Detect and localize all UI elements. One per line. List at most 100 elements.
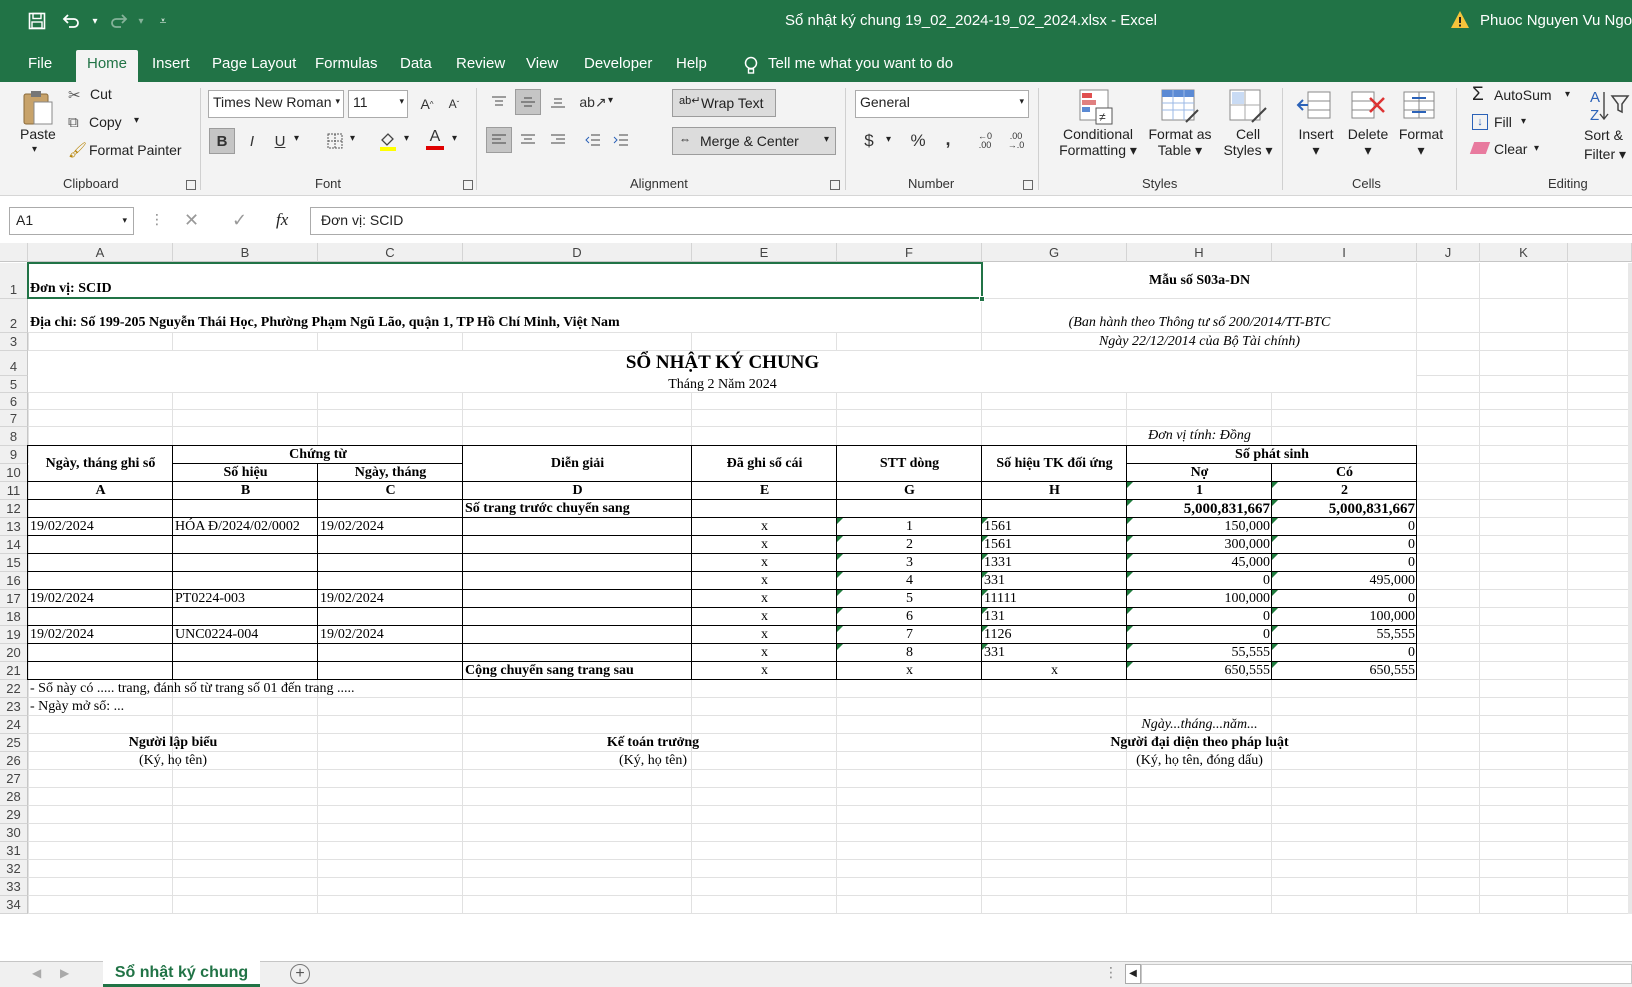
paste-icon[interactable] [20,88,56,128]
row-header[interactable]: 25 [0,734,28,752]
enter-icon[interactable]: ✓ [232,210,247,231]
row-header[interactable]: 9 [0,446,28,464]
select-all-corner[interactable] [0,243,28,262]
font-color-button[interactable]: A [422,126,448,152]
column-header[interactable]: A [28,243,173,262]
row-header[interactable]: 34 [0,896,28,914]
merge-center-button[interactable]: ⇔ Merge & Center ▾ [672,127,836,155]
font-name-select[interactable]: Times New Roman ▾ [208,90,344,118]
row-header[interactable]: 19 [0,626,28,644]
row-header[interactable]: 24 [0,716,28,734]
column-header[interactable]: F [837,243,982,262]
tab-home[interactable]: Home [76,50,139,82]
row-header[interactable]: 4 [0,351,28,376]
increase-indent-icon[interactable] [608,127,634,153]
currency-dropdown-icon[interactable]: ▾ [886,134,891,145]
font-color-dropdown-icon[interactable]: ▾ [452,133,457,144]
tab-review[interactable]: Review [446,50,515,82]
underline-dropdown-icon[interactable]: ▾ [294,133,299,144]
row-header[interactable]: 3 [0,333,28,351]
tab-split-icon[interactable]: ⋮ [1104,964,1118,981]
underline-button[interactable]: U [267,128,293,154]
insert-function-button[interactable]: fx [276,210,288,230]
name-box[interactable]: A1 ▾ [9,207,134,235]
wrap-text-button[interactable]: ab↵ Wrap Text [672,89,776,117]
row-header[interactable]: 8 [0,427,28,446]
row-header[interactable]: 14 [0,536,28,554]
copy-button[interactable]: Copy [89,114,122,130]
column-header[interactable]: G [982,243,1127,262]
shrink-font-button[interactable]: Aˇ [441,91,467,117]
orientation-dropdown-icon[interactable]: ▾ [608,95,613,106]
row-header[interactable]: 1 [0,263,28,299]
fill-dropdown-icon[interactable]: ▾ [1521,116,1526,127]
borders-icon[interactable] [322,128,348,154]
autosum-dropdown-icon[interactable]: ▾ [1565,89,1570,100]
number-format-select[interactable]: General ▾ [855,90,1029,118]
decrease-decimal-icon[interactable]: .00 →.0 [1003,128,1029,154]
align-center-icon[interactable] [515,127,541,153]
row-header[interactable]: 27 [0,770,28,788]
clear-button[interactable]: Clear [1494,141,1527,157]
row-header[interactable]: 6 [0,393,28,410]
alignment-launcher-icon[interactable] [830,180,840,190]
row-header[interactable]: 18 [0,608,28,626]
column-header[interactable]: J [1417,243,1480,262]
row-header[interactable]: 26 [0,752,28,770]
formula-input[interactable]: Đơn vị: SCID [310,207,1632,235]
cut-button[interactable]: Cut [90,86,112,102]
cell-styles-button[interactable]: Cell Styles ▾ [1220,126,1276,159]
row-header[interactable]: 2 [0,299,28,333]
tab-page-layout[interactable]: Page Layout [202,50,306,82]
decrease-indent-icon[interactable] [580,127,606,153]
column-header[interactable]: C [318,243,463,262]
row-header[interactable]: 10 [0,464,28,482]
cancel-icon[interactable]: ✕ [184,210,199,231]
grow-font-button[interactable]: A ^ [414,91,440,117]
align-right-icon[interactable] [545,127,571,153]
row-header[interactable]: 11 [0,482,28,500]
format-painter-button[interactable]: Format Painter [89,142,182,158]
italic-button[interactable]: I [239,128,265,154]
insert-cells-button[interactable]: Insert ▾ [1296,126,1336,159]
currency-button[interactable]: $ [856,128,882,154]
column-header[interactable]: D [463,243,692,262]
prev-sheet-icon[interactable]: ◀ [32,966,41,980]
column-header[interactable]: K [1480,243,1568,262]
orientation-icon[interactable]: ab↗ [579,89,606,115]
row-header[interactable]: 23 [0,698,28,716]
user-name[interactable]: Phuoc Nguyen Vu Ngoc [1480,12,1632,29]
row-header[interactable]: 7 [0,410,28,427]
fill-color-icon[interactable] [375,128,401,154]
clear-dropdown-icon[interactable]: ▾ [1534,143,1539,154]
sheet-tab-active[interactable]: Sổ nhật ký chung [103,961,260,987]
undo-icon[interactable] [58,8,84,34]
align-middle-icon[interactable] [515,89,541,115]
next-sheet-icon[interactable]: ▶ [60,966,69,980]
delete-cells-button[interactable]: Delete ▾ [1343,126,1393,159]
conditional-formatting-button[interactable]: Conditional Formatting ▾ [1056,126,1140,159]
column-header[interactable]: I [1272,243,1417,262]
row-header[interactable]: 5 [0,376,28,393]
font-size-select[interactable]: 11 ▾ [348,90,408,118]
tab-developer[interactable]: Developer [574,50,662,82]
align-top-icon[interactable] [486,89,512,115]
bold-button[interactable]: B [209,128,235,154]
tell-me-search[interactable]: Tell me what you want to do [734,50,963,82]
column-header[interactable]: B [173,243,318,262]
format-as-table-button[interactable]: Format as Table ▾ [1140,126,1220,159]
row-header[interactable]: 21 [0,662,28,680]
column-header[interactable]: E [692,243,837,262]
scroll-left-icon[interactable]: ◀ [1125,964,1141,984]
paste-dropdown-icon[interactable]: ▾ [32,144,37,155]
column-header[interactable]: H [1127,243,1272,262]
vertical-scrollbar[interactable] [1628,263,1632,914]
row-header[interactable]: 13 [0,518,28,536]
clipboard-launcher-icon[interactable] [186,180,196,190]
tab-formulas[interactable]: Formulas [305,50,388,82]
customize-icon[interactable]: ⩡ [150,8,176,34]
borders-dropdown-icon[interactable]: ▾ [350,133,355,144]
row-header[interactable]: 29 [0,806,28,824]
row-header[interactable]: 28 [0,788,28,806]
tab-insert[interactable]: Insert [142,50,200,82]
